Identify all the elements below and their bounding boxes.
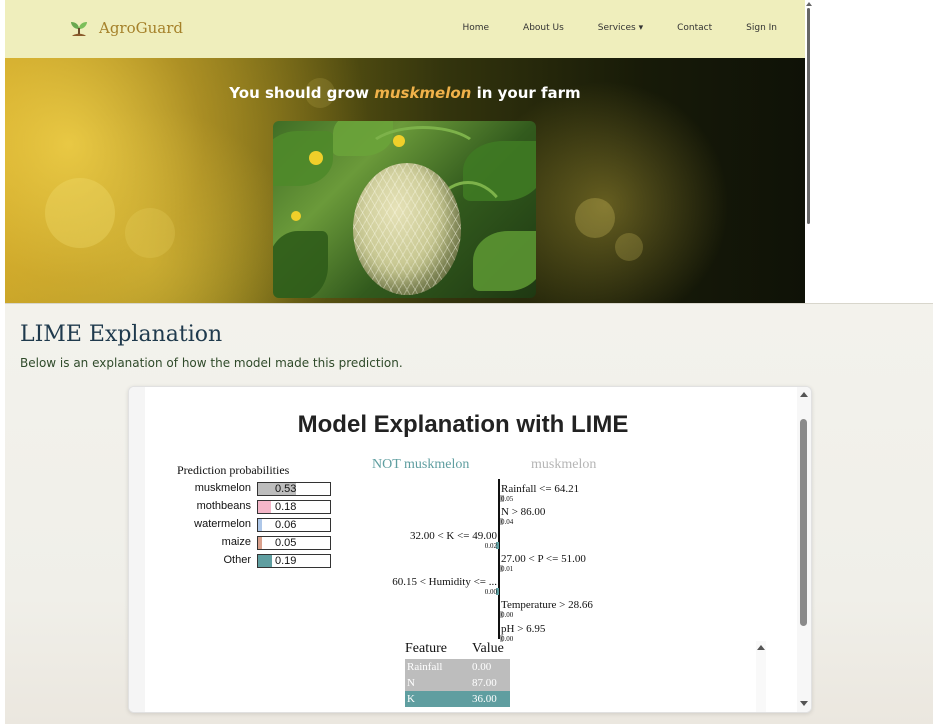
scroll-up-icon[interactable] — [806, 2, 812, 6]
class-label: muskmelon — [531, 457, 597, 472]
probability-bar — [258, 555, 272, 567]
recommendation-heading: You should grow muskmelon in your farm — [229, 84, 581, 102]
lime-section: LIME Explanation Below is an explanation… — [5, 303, 933, 724]
crop-photo — [273, 121, 536, 298]
probability-bar — [258, 501, 271, 513]
nav-contact[interactable]: Contact — [677, 23, 712, 33]
navbar: AgroGuard Home About Us Services ▾ Conta… — [5, 0, 805, 58]
iframe-scrollbar[interactable] — [797, 387, 811, 712]
probability-label: muskmelon — [194, 482, 251, 494]
feature-label: Rainfall <= 64.21 0.05 — [501, 483, 580, 503]
probability-value: 0.19 — [275, 555, 297, 567]
lime-description: Below is an explanation of how the model… — [20, 356, 403, 370]
page-scrollbar[interactable] — [805, 0, 813, 303]
nav-sign-in[interactable]: Sign In — [746, 23, 777, 33]
probability-label: Other — [223, 554, 251, 566]
table-row: Rainfall 0.00 — [405, 659, 510, 675]
nav-about[interactable]: About Us — [523, 23, 564, 33]
chart-title: Model Explanation with LIME — [297, 411, 629, 438]
table-header: Feature Value — [405, 641, 504, 657]
probability-row: maize 0.05 — [145, 536, 345, 551]
probability-label: maize — [221, 536, 251, 548]
probability-bar — [258, 537, 262, 549]
feature-column-header: Feature — [405, 641, 447, 656]
scroll-up-icon[interactable] — [800, 392, 808, 397]
brand-name: AgroGuard — [99, 19, 183, 37]
not-class-label: NOT muskmelon — [372, 457, 470, 472]
probability-label: mothbeans — [196, 500, 251, 512]
probability-label: watermelon — [194, 518, 251, 530]
crop-name: muskmelon — [374, 84, 472, 102]
scroll-down-icon[interactable] — [800, 701, 808, 706]
nav-links: Home About Us Services ▾ Contact Sign In — [428, 23, 777, 33]
probability-row: muskmelon 0.53 — [145, 482, 345, 497]
lime-iframe[interactable]: Model Explanation with LIME Prediction p… — [128, 386, 812, 713]
sprout-icon — [71, 22, 87, 36]
probability-row: mothbeans 0.18 — [145, 500, 345, 515]
nav-services-dropdown[interactable]: Services ▾ — [598, 23, 643, 33]
nav-home[interactable]: Home — [462, 23, 489, 33]
probability-bar — [258, 519, 263, 531]
feature-label: 60.15 < Humidity <= ... 0.00 — [392, 576, 497, 596]
logo[interactable]: AgroGuard — [69, 17, 183, 39]
probability-row: Other 0.19 — [145, 554, 345, 569]
feature-value-table: Feature Value Rainfall 0.00 N 87.00 K 36.00 — [405, 641, 766, 712]
probability-value: 0.53 — [275, 483, 297, 495]
feature-label: 32.00 < K <= 49.00 0.02 — [409, 530, 497, 550]
prediction-probabilities-title: Prediction probabilities — [177, 463, 290, 477]
feature-label: Temperature > 28.66 0.00 — [501, 599, 593, 619]
value-column-header: Value — [472, 641, 504, 656]
feature-label: N > 86.00 0.04 — [501, 506, 546, 526]
scrollbar-thumb[interactable] — [800, 419, 807, 626]
table-scrollbar[interactable] — [756, 641, 766, 712]
feature-label: pH > 6.95 0.00 — [501, 623, 546, 643]
scroll-up-icon[interactable] — [757, 645, 765, 650]
top-page: AgroGuard Home About Us Services ▾ Conta… — [5, 0, 805, 303]
feature-label: 27.00 < P <= 51.00 0.01 — [501, 553, 586, 573]
table-row: K 36.00 — [405, 691, 510, 707]
table-row: N 87.00 — [405, 675, 510, 691]
lime-content: Model Explanation with LIME Prediction p… — [145, 387, 781, 712]
probability-value: 0.06 — [275, 519, 297, 531]
probability-row: watermelon 0.06 — [145, 518, 345, 533]
lime-title: LIME Explanation — [20, 322, 223, 347]
scrollbar-thumb[interactable] — [807, 8, 810, 224]
probability-value: 0.05 — [275, 537, 297, 549]
probability-value: 0.18 — [275, 501, 297, 513]
